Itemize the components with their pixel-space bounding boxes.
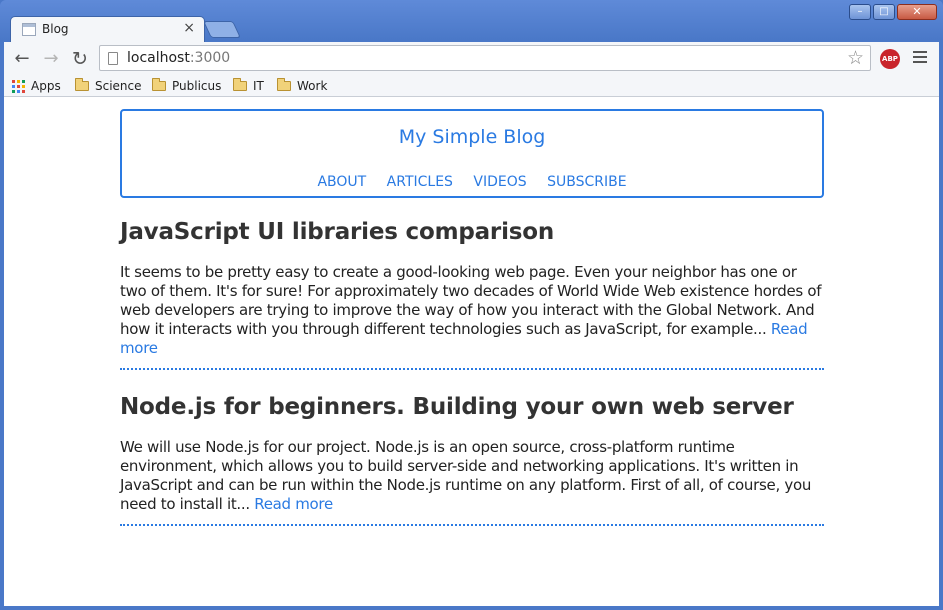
bookmark-label: IT bbox=[253, 79, 264, 93]
nav-link-videos[interactable]: VIDEOS bbox=[473, 174, 526, 190]
bookmark-folder-publicus[interactable]: Publicus bbox=[152, 78, 221, 94]
bookmark-folder-it[interactable]: IT bbox=[233, 78, 264, 94]
bookmark-star-icon[interactable]: ☆ bbox=[847, 47, 864, 69]
browser-tab[interactable]: Blog × bbox=[10, 16, 205, 42]
nav-link-articles[interactable]: ARTICLES bbox=[387, 174, 453, 190]
bookmark-label: Work bbox=[297, 79, 328, 93]
hamburger-menu-icon[interactable] bbox=[913, 51, 927, 66]
browser-window: Blog × – □ ✕ ← → ↻ localhost:3000 ☆ ABP … bbox=[0, 0, 943, 610]
blog-header: My Simple Blog ABOUT ARTICLES VIDEOS SUB… bbox=[120, 109, 824, 198]
folder-icon bbox=[75, 78, 89, 91]
nav-link-subscribe[interactable]: SUBSCRIBE bbox=[547, 174, 626, 190]
folder-icon bbox=[152, 78, 166, 91]
tab-title: Blog bbox=[42, 22, 69, 36]
adblock-plus-icon[interactable]: ABP bbox=[880, 49, 900, 69]
page-icon bbox=[108, 52, 118, 65]
folder-icon bbox=[233, 78, 247, 91]
back-arrow-icon[interactable]: ← bbox=[11, 48, 33, 70]
bookmarks-bar: Apps Science Publicus IT Work bbox=[4, 75, 939, 97]
reload-icon[interactable]: ↻ bbox=[69, 48, 91, 70]
nav-link-about[interactable]: ABOUT bbox=[317, 174, 366, 190]
blog-post: JavaScript UI libraries comparison It se… bbox=[120, 219, 824, 370]
window-controls: – □ ✕ bbox=[849, 4, 937, 20]
blog-title[interactable]: My Simple Blog bbox=[122, 126, 822, 148]
forward-arrow-icon[interactable]: → bbox=[40, 48, 62, 70]
bookmark-label: Apps bbox=[31, 79, 61, 93]
close-window-button[interactable]: ✕ bbox=[897, 4, 937, 20]
bookmark-folder-work[interactable]: Work bbox=[277, 78, 327, 94]
bookmark-label: Publicus bbox=[172, 79, 222, 93]
folder-icon bbox=[277, 78, 291, 91]
maximize-button[interactable]: □ bbox=[873, 4, 895, 20]
post-excerpt: We will use Node.js for our project. Nod… bbox=[120, 438, 812, 513]
bookmark-apps[interactable]: Apps bbox=[12, 78, 61, 94]
post-title[interactable]: JavaScript UI libraries comparison bbox=[120, 219, 824, 245]
browser-toolbar: ← → ↻ localhost:3000 ☆ ABP bbox=[4, 42, 939, 75]
blog-nav: ABOUT ARTICLES VIDEOS SUBSCRIBE bbox=[122, 174, 822, 190]
apps-grid-icon bbox=[12, 79, 25, 93]
bookmark-folder-science[interactable]: Science bbox=[75, 78, 142, 94]
minimize-button[interactable]: – bbox=[849, 4, 871, 20]
page-viewport: My Simple Blog ABOUT ARTICLES VIDEOS SUB… bbox=[4, 97, 939, 606]
blog-post: Node.js for beginners. Building your own… bbox=[120, 394, 824, 526]
bookmark-label: Science bbox=[95, 79, 142, 93]
post-title[interactable]: Node.js for beginners. Building your own… bbox=[120, 394, 824, 420]
page-favicon-icon bbox=[22, 23, 36, 36]
post-excerpt: It seems to be pretty easy to create a g… bbox=[120, 263, 822, 357]
address-bar[interactable]: localhost:3000 ☆ bbox=[99, 45, 871, 71]
read-more-link[interactable]: Read more bbox=[254, 495, 333, 513]
tab-close-icon[interactable]: × bbox=[183, 20, 195, 36]
new-tab-button[interactable] bbox=[203, 21, 241, 38]
url-text: localhost:3000 bbox=[127, 50, 231, 66]
